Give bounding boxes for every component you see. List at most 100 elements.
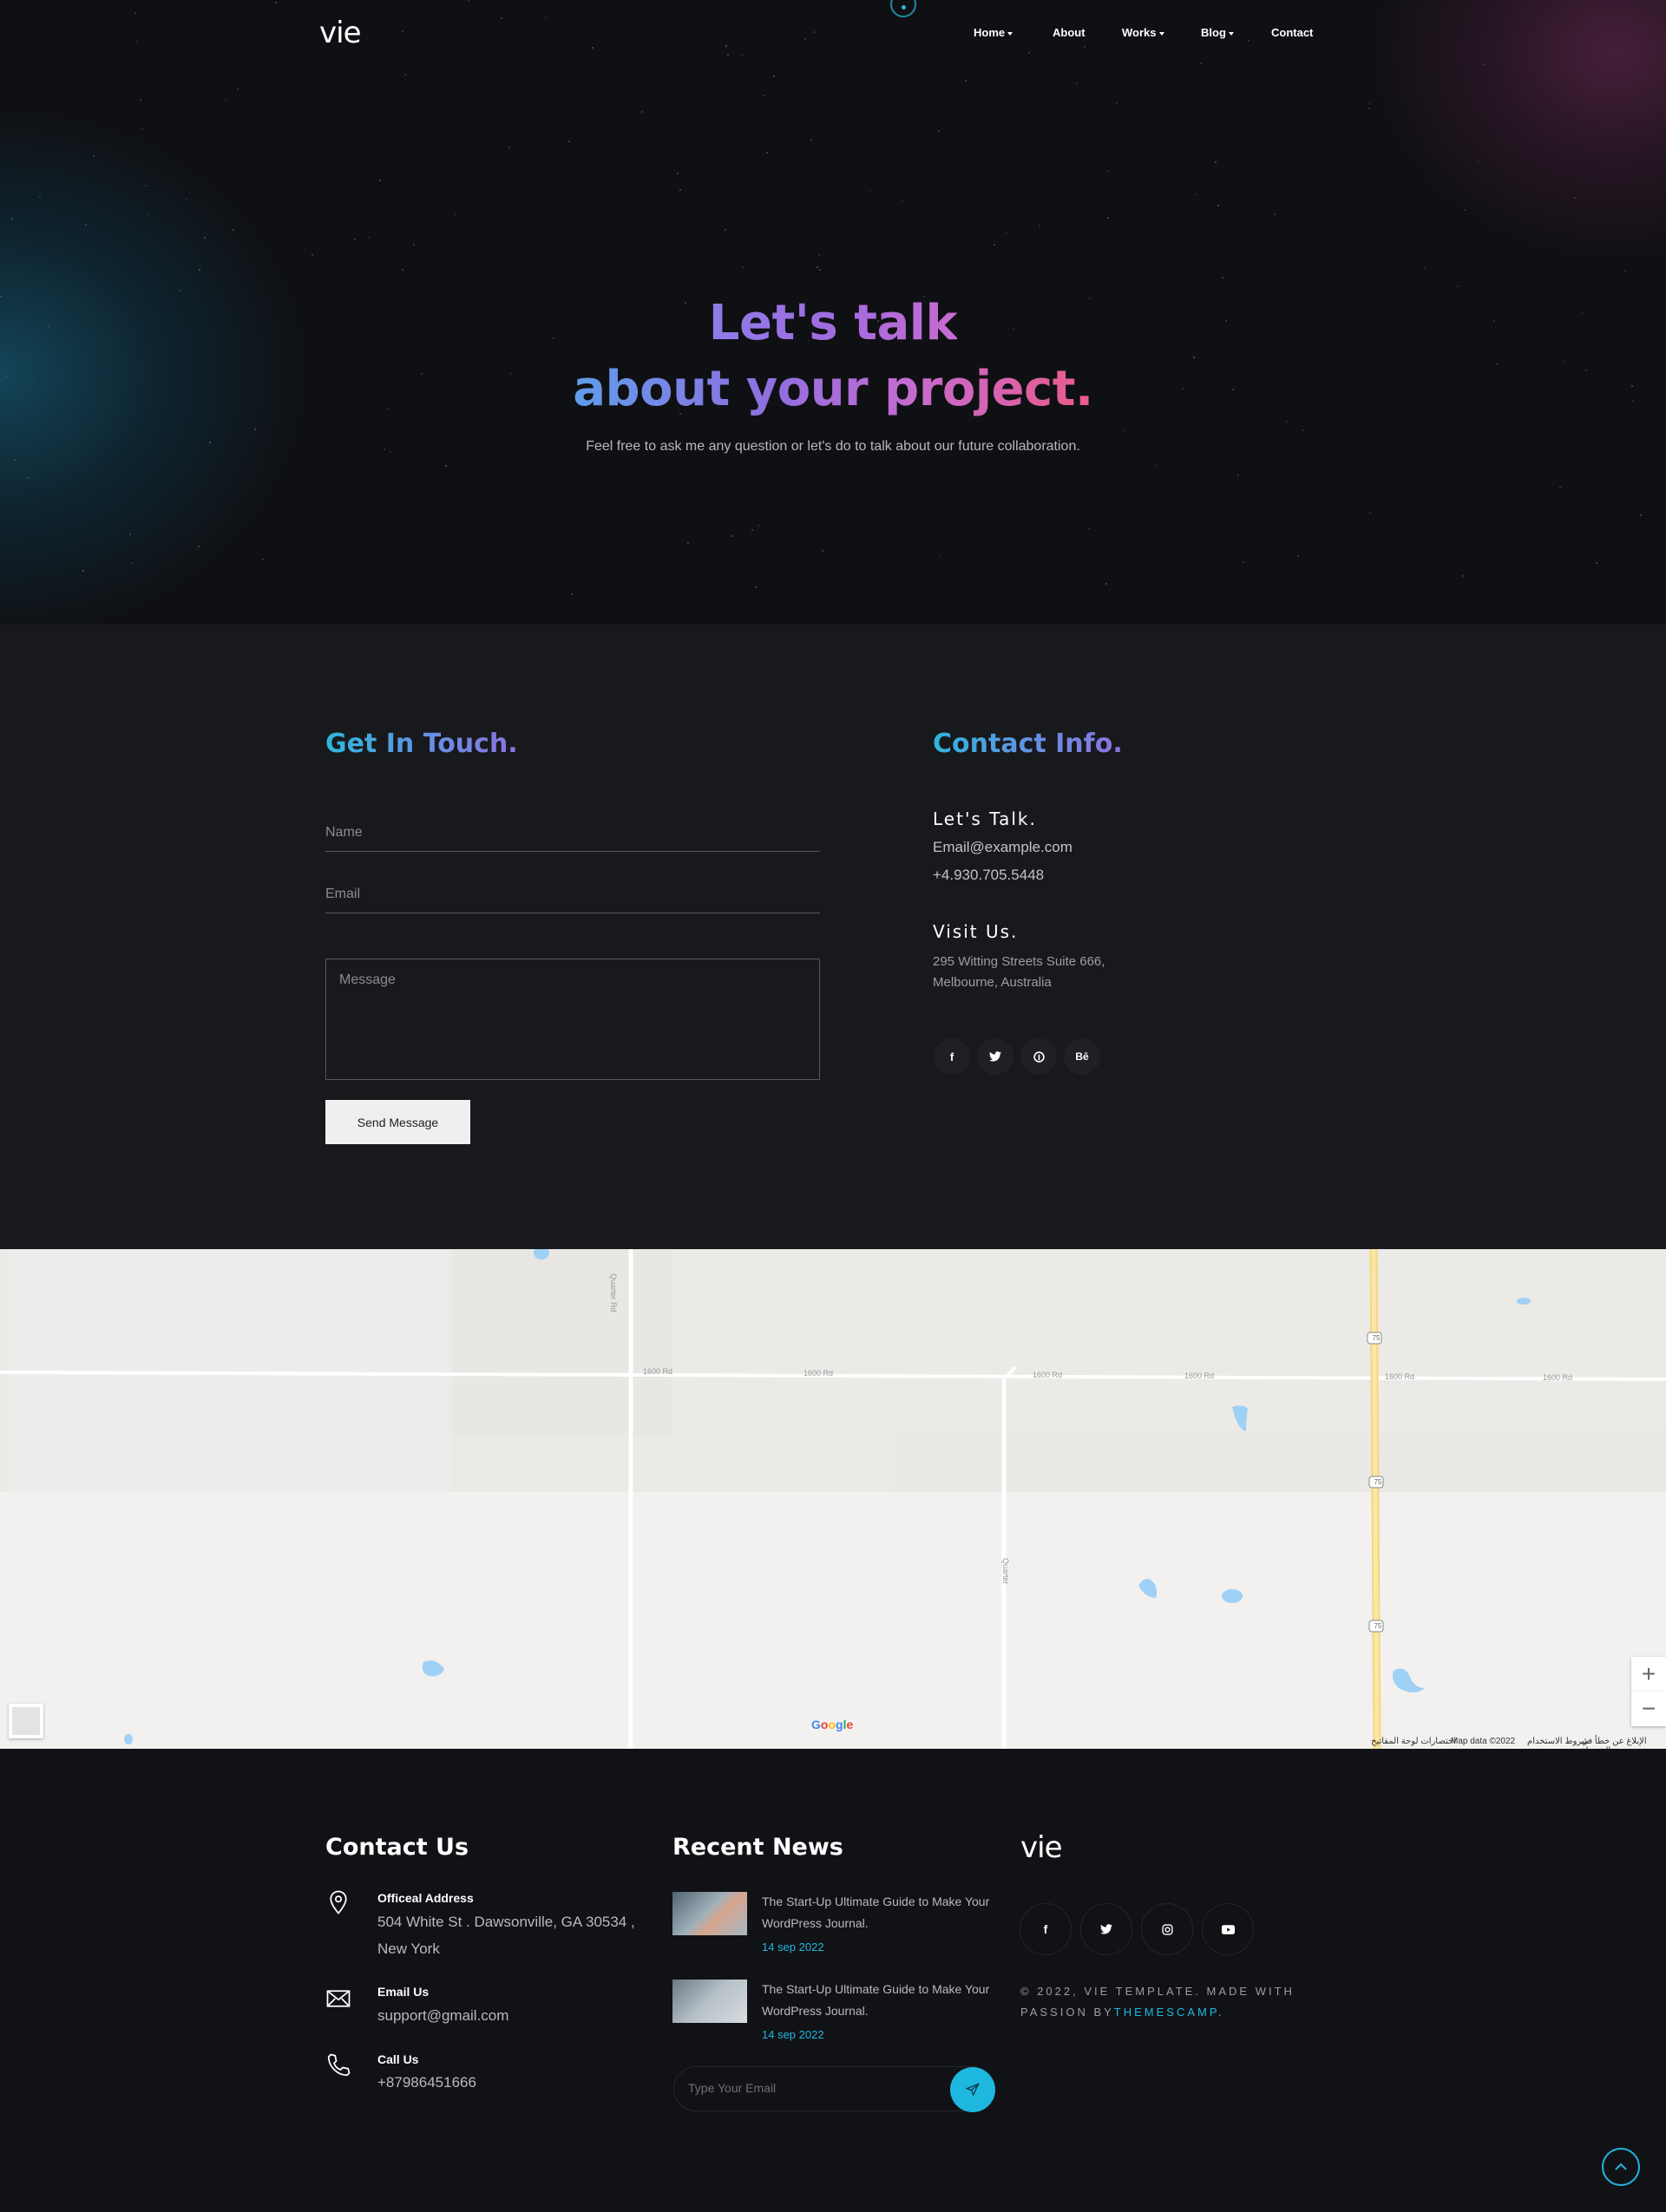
zoom-out-button[interactable]: −: [1631, 1692, 1666, 1726]
star-dot: [237, 88, 239, 90]
news-item-title[interactable]: The Start-Up Ultimate Guide to Make Your…: [762, 1891, 1005, 1934]
star-dot: [85, 224, 87, 226]
star-dot: [1369, 102, 1371, 104]
star-dot: [262, 559, 264, 560]
hero-title-line1: Let's talk: [0, 295, 1666, 351]
nav-item-works-label: Works: [1122, 26, 1157, 39]
star-dot: [1596, 562, 1597, 564]
road-label: Quarter: [1001, 1558, 1010, 1585]
star-dot: [1107, 217, 1109, 219]
facebook-icon[interactable]: f: [1020, 1903, 1072, 1955]
contact-email[interactable]: Email@example.com: [933, 839, 1072, 856]
star-dot: [204, 237, 206, 239]
visit-us-heading: Visit Us.: [933, 921, 1019, 942]
star-dot: [455, 213, 456, 215]
nav-item-contact[interactable]: Contact: [1271, 26, 1313, 39]
road-label: 1600 Rd: [803, 1369, 834, 1378]
star-dot: [1368, 108, 1370, 109]
site-logo[interactable]: vie: [319, 16, 361, 50]
footer-contact-title: Contact Us: [325, 1834, 469, 1861]
footer-logo[interactable]: vie: [1020, 1830, 1062, 1865]
star-dot: [354, 239, 356, 240]
star-dot: [312, 254, 313, 256]
news-item-title[interactable]: The Start-Up Ultimate Guide to Make Your…: [762, 1979, 1005, 2022]
star-dot: [1116, 102, 1118, 104]
email-input[interactable]: [325, 875, 820, 913]
star-dot: [27, 477, 29, 479]
phone-icon: [327, 2053, 351, 2077]
hero-title-line1-text: Let's talk: [708, 295, 958, 351]
star-dot: [404, 74, 406, 75]
star-dot: [508, 147, 510, 148]
news-thumbnail[interactable]: [672, 1892, 747, 1935]
twitter-icon[interactable]: [1080, 1903, 1132, 1955]
pinterest-icon[interactable]: [1020, 1038, 1057, 1075]
star-dot: [731, 535, 733, 537]
star-dot: [1464, 209, 1466, 211]
message-textarea[interactable]: [325, 959, 820, 1080]
behance-icon[interactable]: Bē: [1064, 1038, 1100, 1075]
star-dot: [1155, 465, 1157, 467]
back-to-top-button[interactable]: [1602, 2148, 1640, 2186]
nav-item-contact-label: Contact: [1271, 26, 1314, 39]
star-dot: [1624, 270, 1626, 272]
zoom-in-button[interactable]: +: [1631, 1657, 1666, 1692]
star-dot: [14, 459, 16, 461]
map-embed[interactable]: 1600 Rd 1600 Rd 1600 Rd 1600 Rd 1600 Rd …: [0, 1249, 1666, 1749]
star-dot: [141, 128, 143, 129]
copyright-text: © 2022, VIE TEMPLATE. MADE WITH PASSION …: [1020, 1981, 1307, 2023]
footer-phone[interactable]: +87986451666: [377, 2069, 476, 2096]
nav-item-home[interactable]: Home: [974, 26, 1013, 39]
star-dot: [818, 254, 820, 256]
name-input[interactable]: [325, 814, 820, 852]
star-dot: [11, 218, 13, 219]
star-dot: [1237, 474, 1239, 476]
footer-email[interactable]: support@gmail.com: [377, 2002, 508, 2029]
highway-shield: 75: [1372, 1334, 1381, 1342]
youtube-icon[interactable]: [1202, 1903, 1254, 1955]
star-dot: [199, 269, 200, 271]
street-view-pegman[interactable]: [9, 1704, 43, 1738]
star-dot: [1274, 213, 1276, 215]
road-label: 1600 Rd: [1184, 1371, 1215, 1380]
themescamp-link[interactable]: THEMESCAMP: [1114, 2006, 1218, 2019]
news-thumbnail[interactable]: [672, 1980, 747, 2023]
star-dot: [938, 130, 940, 132]
nav-item-blog[interactable]: Blog: [1201, 26, 1234, 39]
contact-section: [0, 625, 1666, 1249]
nav-item-about[interactable]: About: [1053, 26, 1086, 39]
star-dot: [1222, 277, 1223, 278]
map-terms-link[interactable]: شروط الاستخدام: [1527, 1737, 1589, 1746]
address-label: Officeal Address: [377, 1891, 474, 1905]
star-dot: [677, 173, 679, 174]
star-dot: [1195, 193, 1197, 195]
star-dot: [254, 429, 256, 430]
map-report-link[interactable]: الإبلاغ عن خطأ في الخريطة: [1581, 1737, 1666, 1749]
star-dot: [180, 290, 181, 291]
instagram-icon[interactable]: [1141, 1903, 1193, 1955]
copyright-suffix: .: [1217, 2006, 1224, 2019]
nav-item-works[interactable]: Works: [1122, 26, 1164, 39]
star-dot: [819, 269, 821, 271]
send-message-button[interactable]: Send Message: [325, 1100, 470, 1144]
facebook-icon[interactable]: f: [934, 1038, 970, 1075]
star-dot: [1243, 561, 1244, 563]
road-label: Quarter Rd: [609, 1273, 618, 1312]
contact-phone[interactable]: +4.930.705.5448: [933, 867, 1044, 884]
star-dot: [687, 542, 689, 544]
star-dot: [1369, 512, 1371, 514]
star-dot: [82, 570, 84, 572]
star-dot: [679, 189, 681, 191]
form-title: Get In Touch.: [325, 729, 518, 759]
star-dot: [368, 237, 370, 239]
map-shortcuts-link[interactable]: اختصارات لوحة المفاتيح: [1371, 1737, 1456, 1746]
star-dot: [1424, 267, 1426, 269]
star-dot: [198, 546, 200, 547]
star-dot: [186, 199, 187, 200]
twitter-icon[interactable]: [977, 1038, 1013, 1075]
star-dot: [413, 244, 415, 245]
star-dot: [1193, 357, 1195, 358]
newsletter-submit-button[interactable]: [950, 2067, 995, 2112]
star-dot: [1302, 429, 1304, 431]
newsletter-email-input[interactable]: [686, 2080, 912, 2096]
